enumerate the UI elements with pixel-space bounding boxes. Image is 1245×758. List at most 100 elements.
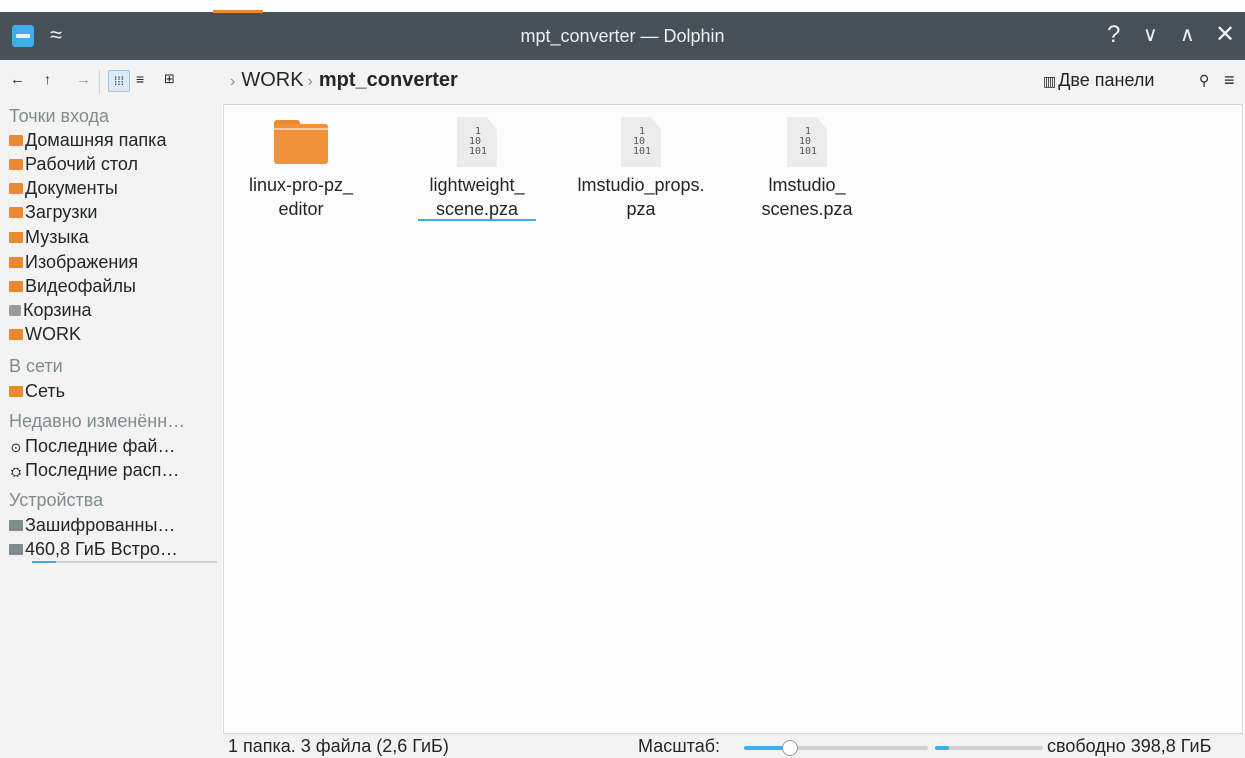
file-name-line1: lmstudio_props. <box>577 175 705 195</box>
close-button[interactable]: ✕ <box>1215 21 1235 49</box>
hover-underline <box>418 219 536 221</box>
details-view-button[interactable]: ≡ <box>136 71 144 87</box>
window-title: mpt_converter — Dolphin <box>520 26 725 46</box>
forward-button[interactable]: → <box>76 71 91 88</box>
recent-locations-icon: ⛭ <box>10 464 22 479</box>
toolbar: ← ↑ → ⁞⁞⁞ ≡ ⊞ › WORK › mpt_converter ▥ Две п… <box>0 60 1245 104</box>
sidebar-item-desktop[interactable]: Рабочий стол <box>9 154 221 175</box>
recent-heading: Недавно изменённ… <box>9 411 186 431</box>
drive-usage-bar <box>32 561 217 563</box>
sidebar-item-label: Видеофайлы <box>25 276 136 296</box>
back-button[interactable]: ← <box>10 71 25 88</box>
documents-folder-icon <box>9 183 23 194</box>
folder-icon <box>274 120 328 164</box>
sidebar-item-videos[interactable]: Видеофайлы <box>9 276 221 297</box>
sidebar-item-label: Сеть <box>25 381 66 401</box>
pictures-folder-icon <box>9 257 23 268</box>
sidebar-item-label: Последние расп… <box>25 460 180 480</box>
free-space-bar <box>935 746 1043 750</box>
status-bar: 1 папка. 3 файла (2,6 ГиБ) Масштаб: своб… <box>0 734 1245 758</box>
sidebar-item-label: Документы <box>25 178 118 198</box>
free-space-fill <box>935 746 950 750</box>
drive-icon <box>9 544 23 555</box>
music-folder-icon <box>9 232 23 243</box>
sidebar-item-internal-drive[interactable]: 460,8 ГиБ Встро… <box>9 539 221 560</box>
sidebar-item-label: Изображения <box>25 252 139 272</box>
desktop-icon <box>9 159 23 170</box>
breadcrumb-item-work[interactable]: WORK <box>241 69 303 91</box>
devices-heading: Устройства <box>9 490 104 510</box>
up-button[interactable]: ↑ <box>44 71 51 87</box>
title-bar-accent <box>213 10 263 13</box>
file-name-line2: pza <box>626 199 656 219</box>
file-name-line1: lightweight_ <box>429 175 525 195</box>
network-folder-icon <box>9 386 23 397</box>
downloads-folder-icon <box>9 207 23 218</box>
binary-glyph: 1 10 101 <box>469 126 488 157</box>
breadcrumb-separator: › <box>307 73 313 90</box>
tree-view-button[interactable]: ⊞ <box>164 71 175 87</box>
file-item-folder[interactable]: linux-pro-pz_ editor <box>236 115 366 221</box>
sidebar-item-label: Музыка <box>25 227 89 247</box>
breadcrumb-item-current[interactable]: mpt_converter <box>319 69 458 91</box>
icons-view-button[interactable]: ⁞⁞⁞ <box>108 70 130 92</box>
binary-glyph: 1 10 101 <box>633 126 652 157</box>
split-view-label: Две панели <box>1058 70 1155 90</box>
zoom-slider-handle[interactable] <box>782 740 798 756</box>
sidebar-item-pictures[interactable]: Изображения <box>9 252 221 273</box>
zoom-slider[interactable] <box>744 740 928 756</box>
sidebar-item-trash[interactable]: Корзина <box>9 300 221 321</box>
sidebar-item-label: Последние фай… <box>25 436 176 456</box>
home-folder-icon <box>9 135 23 146</box>
sidebar-item-label: Корзина <box>23 300 92 320</box>
free-space-label: свободно 398,8 ГиБ <box>1047 736 1212 756</box>
file-view[interactable]: linux-pro-pz_ editor 1 10 101 lightweigh… <box>223 104 1243 734</box>
breadcrumb-separator: › <box>230 73 236 90</box>
breadcrumb: › WORK › mpt_converter <box>226 69 458 92</box>
sidebar-item-recent-locations[interactable]: ⛭ Последние расп… <box>9 460 221 481</box>
split-view-button[interactable]: ▥ Две панели <box>1043 70 1154 91</box>
file-name-line2: scene.pza <box>435 199 519 219</box>
status-summary: 1 папка. 3 файла (2,6 ГиБ) <box>228 736 449 756</box>
file-item-lightweight-scene[interactable]: 1 10 101 lightweight_ scene.pza <box>412 115 542 221</box>
sidebar-item-documents[interactable]: Документы <box>9 178 221 199</box>
sidebar-item-encrypted-drive[interactable]: Зашифрованны… <box>9 515 221 536</box>
sidebar-item-label: WORK <box>25 324 81 344</box>
binary-file-icon: 1 10 101 <box>457 117 497 167</box>
binary-file-icon: 1 10 101 <box>621 117 661 167</box>
split-panels-icon: ▥ <box>1043 73 1057 89</box>
sidebar-item-label: Рабочий стол <box>25 154 138 174</box>
file-name-line1: linux-pro-pz_ <box>248 175 354 195</box>
folder-icon <box>9 329 23 340</box>
file-name-line2: editor <box>278 199 324 219</box>
file-item-lmstudio-scenes[interactable]: 1 10 101 lmstudio_ scenes.pza <box>742 115 872 221</box>
drive-usage-fill <box>32 561 57 563</box>
hamburger-menu-button[interactable]: ≡ <box>1224 70 1235 91</box>
binary-glyph: 1 10 101 <box>799 126 818 157</box>
sidebar-item-label: 460,8 ГиБ Встро… <box>25 539 178 559</box>
search-button[interactable]: ⚲ <box>1199 72 1209 89</box>
places-panel: Точки входа Домашняя папка Рабочий стол … <box>0 104 222 734</box>
trash-icon <box>9 305 21 316</box>
toolbar-divider <box>99 70 100 94</box>
sidebar-item-recent-files[interactable]: ⊙ Последние фай… <box>9 436 221 457</box>
sidebar-item-label: Зашифрованны… <box>25 515 176 535</box>
sidebar-item-network[interactable]: Сеть <box>9 381 221 402</box>
sidebar-item-downloads[interactable]: Загрузки <box>9 202 221 223</box>
binary-file-icon: 1 10 101 <box>787 117 827 167</box>
help-button[interactable]: ? <box>1107 21 1120 49</box>
zoom-label: Масштаб: <box>638 736 721 756</box>
sidebar-item-label: Домашняя папка <box>25 130 167 150</box>
maximize-button[interactable]: ∧ <box>1180 21 1195 49</box>
clock-icon: ⊙ <box>10 440 22 455</box>
sidebar-item-work[interactable]: WORK <box>9 324 221 345</box>
file-item-lmstudio-props[interactable]: 1 10 101 lmstudio_props. pza <box>576 115 706 221</box>
sidebar-item-label: Загрузки <box>25 202 98 222</box>
title-bar[interactable]: ≈ mpt_converter — Dolphin ? ∨ ∧ ✕ <box>0 10 1245 60</box>
network-heading: В сети <box>9 356 63 376</box>
sidebar-item-home[interactable]: Домашняя папка <box>9 130 221 151</box>
minimize-button[interactable]: ∨ <box>1143 21 1158 49</box>
places-heading: Точки входа <box>9 106 110 126</box>
sidebar-item-music[interactable]: Музыка <box>9 227 221 248</box>
file-name-line2: scenes.pza <box>761 199 853 219</box>
